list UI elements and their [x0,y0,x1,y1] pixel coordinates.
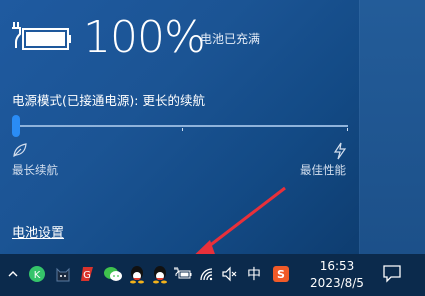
wechat-icon[interactable] [102,263,124,285]
expand-icon[interactable] [2,263,24,285]
cat-icon[interactable] [52,263,74,285]
ime-icon[interactable]: 中 [243,263,265,285]
gtalk-icon[interactable]: G [77,263,99,285]
ime-label: 中 [247,267,261,283]
qq-icon[interactable] [126,263,148,285]
slider-thumb[interactable] [12,115,20,137]
lightning-icon [333,142,347,160]
battery-status: 电池已充满 [200,32,261,46]
wifi-icon[interactable] [196,263,218,285]
battery-percent: 100% [83,12,206,63]
clock[interactable]: 16:53 2023/8/5 [306,258,368,292]
slider-tick [182,128,183,131]
slider-track [16,125,348,127]
power-mode-slider[interactable] [12,115,350,137]
notification-icon[interactable] [382,263,404,285]
best-performance-label: 最佳性能 [300,163,346,177]
mute-icon[interactable] [219,263,241,285]
clock-date: 2023/8/5 [310,276,364,290]
kaspersky-icon[interactable]: K [26,263,48,285]
taskbar: K G 中 S 16:53 2023/8/5 [0,254,425,296]
clock-time: 16:53 [319,259,355,273]
battery-flyout: 100% 电池已充满 电源模式(已接通电源): 更长的续航 最长续航 最佳性能 … [0,0,359,254]
power-mode-label: 电源模式(已接通电源): 更长的续航 [12,93,205,108]
battery-icon[interactable] [172,263,194,285]
slider-tick [347,128,348,131]
best-battery-label: 最长续航 [12,163,58,177]
battery-settings-link[interactable]: 电池设置 [12,222,64,241]
battery-charging-icon [12,22,71,50]
desktop-background [359,0,425,254]
svg-text:G: G [83,270,91,281]
svg-text:S: S [277,268,285,281]
svg-text:K: K [34,270,41,281]
qq-icon[interactable] [149,263,171,285]
sogou-icon[interactable]: S [270,263,292,285]
leaf-icon [13,143,27,158]
